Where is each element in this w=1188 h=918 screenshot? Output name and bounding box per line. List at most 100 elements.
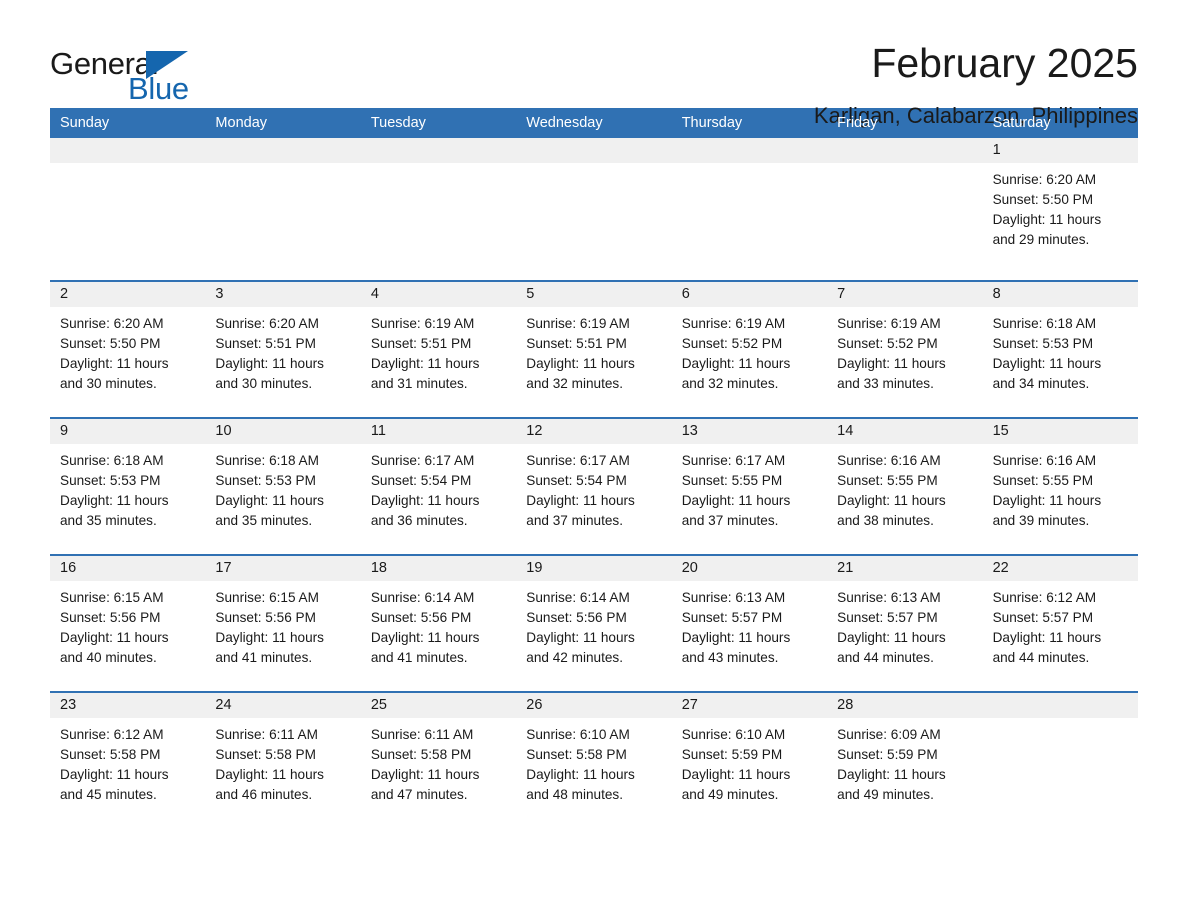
day-number-13[interactable]: 13 <box>672 419 827 444</box>
calendar-table: Sunday Monday Tuesday Wednesday Thursday Frid… <box>50 108 1138 830</box>
day-cell-19[interactable]: Sunrise: 6:14 AM Sunset: 5:56 PM Daylight:… <box>516 581 671 691</box>
day-detail-line: Sunrise: 6:17 AM <box>370 453 475 468</box>
day-detail-line: Daylight: 11 hours <box>370 767 480 782</box>
day-detail-line: Sunset: 5:53 PM <box>992 336 1094 351</box>
day-number-3[interactable]: 3 <box>205 282 360 307</box>
day-cell-17[interactable]: Sunrise: 6:15 AM Sunset: 5:56 PM Daylight:… <box>205 581 360 691</box>
day-cell-2[interactable]: Sunrise: 6:20 AM Sunset: 5:50 PM Daylight:… <box>50 307 205 417</box>
day-number-10[interactable]: 10 <box>205 419 360 444</box>
day-cell-11[interactable]: Sunrise: 6:17 AM Sunset: 5:54 PM Daylight:… <box>361 444 516 554</box>
day-cell-28[interactable]: Sunrise: 6:09 AM Sunset: 5:59 PM Daylight:… <box>827 718 982 830</box>
day-number-1[interactable]: 1 <box>983 138 1138 163</box>
week-daynumber-band: 1 <box>50 138 1138 163</box>
day-cell-empty <box>205 163 360 280</box>
day-detail-line: Sunrise: 6:18 AM <box>60 453 164 468</box>
day-number-2[interactable]: 2 <box>50 282 205 307</box>
day-number-17[interactable]: 17 <box>205 556 360 581</box>
day-detail-line: and 49 minutes. <box>681 787 779 802</box>
day-cell-21[interactable]: Sunrise: 6:13 AM Sunset: 5:57 PM Daylight:… <box>827 581 982 691</box>
day-cell-22[interactable]: Sunrise: 6:12 AM Sunset: 5:57 PM Daylight:… <box>983 581 1138 691</box>
weekday-header-friday: Friday <box>837 115 878 131</box>
day-number-25[interactable]: 25 <box>361 693 516 718</box>
generalblue-logo[interactable]: General Blue <box>50 40 200 104</box>
day-number-11[interactable]: 11 <box>361 419 516 444</box>
day-detail-line: Sunset: 5:58 PM <box>60 747 161 762</box>
day-cell-empty <box>672 163 827 280</box>
day-cell-10[interactable]: Sunrise: 6:18 AM Sunset: 5:53 PM Daylight:… <box>205 444 360 554</box>
day-detail-line: Sunset: 5:51 PM <box>370 336 472 351</box>
week-daynumber-band: 9 10 11 12 13 14 15 <box>50 419 1138 444</box>
day-cell-7[interactable]: Sunrise: 6:19 AM Sunset: 5:52 PM Daylight:… <box>827 307 982 417</box>
day-detail-line: Sunset: 5:51 PM <box>526 336 627 351</box>
day-number-28[interactable]: 28 <box>827 693 982 718</box>
day-detail-line: and 32 minutes. <box>526 376 624 391</box>
day-number-21[interactable]: 21 <box>827 556 982 581</box>
day-cell-1[interactable]: Sunrise: 6:20 AM Sunset: 5:50 PM Daylight:… <box>983 163 1138 280</box>
day-detail-line: and 30 minutes. <box>60 376 157 391</box>
day-number-7[interactable]: 7 <box>827 282 982 307</box>
weekday-header-tuesday: Tuesday <box>370 115 426 131</box>
day-number-24[interactable]: 24 <box>205 693 360 718</box>
calendar-week-row: 16 17 18 19 20 21 22 Sunrise: 6:15 AM Sunset: 5:… <box>50 554 1138 691</box>
day-detail-line: and 48 minutes. <box>526 787 624 802</box>
day-detail-line: Daylight: 11 hours <box>992 493 1102 508</box>
week-daynumber-band: 2345678 <box>50 282 1138 307</box>
day-number-12[interactable]: 12 <box>516 419 671 444</box>
week-daydetail-band: Sunrise: 6:12 AM Sunset: 5:58 PM Daylight:… <box>50 718 1138 830</box>
day-cell-13[interactable]: Sunrise: 6:17 AM Sunset: 5:55 PM Daylight:… <box>672 444 827 554</box>
day-number-26[interactable]: 26 <box>516 693 671 718</box>
day-detail-line: and 42 minutes. <box>526 650 624 665</box>
day-cell-12[interactable]: Sunrise: 6:17 AM Sunset: 5:54 PM Daylight:… <box>516 444 671 554</box>
day-number-4[interactable]: 4 <box>361 282 516 307</box>
day-detail-line: Sunset: 5:59 PM <box>681 747 783 762</box>
calendar-week-row: 23 24 25 26 27 28 Sunrise: 6:12 AM Sunset: 5:58… <box>50 691 1138 830</box>
calendar-page: General Blue February 2025 Karligan, Cal… <box>0 0 1188 918</box>
day-cell-15[interactable]: Sunrise: 6:16 AM Sunset: 5:55 PM Daylight:… <box>983 444 1138 554</box>
week-daydetail-band: Sunrise: 6:20 AM Sunset: 5:50 PM Daylight:… <box>50 307 1138 417</box>
day-cell-3[interactable]: Sunrise: 6:20 AM Sunset: 5:51 PM Daylight:… <box>205 307 360 417</box>
day-detail-line: and 38 minutes. <box>837 513 934 528</box>
day-number-6[interactable]: 6 <box>672 282 827 307</box>
day-number-15[interactable]: 15 <box>983 419 1138 444</box>
day-detail-line: Daylight: 11 hours <box>992 356 1102 371</box>
day-number-16[interactable]: 16 <box>50 556 205 581</box>
day-number-14[interactable]: 14 <box>827 419 982 444</box>
day-cell-20[interactable]: Sunrise: 6:13 AM Sunset: 5:57 PM Daylight:… <box>672 581 827 691</box>
day-number-19[interactable]: 19 <box>516 556 671 581</box>
day-cell-25[interactable]: Sunrise: 6:11 AM Sunset: 5:58 PM Daylight:… <box>361 718 516 830</box>
day-detail-line: and 32 minutes. <box>681 376 779 391</box>
day-detail-line: and 43 minutes. <box>681 650 779 665</box>
day-number-5[interactable]: 5 <box>516 282 671 307</box>
day-number-27[interactable]: 27 <box>672 693 827 718</box>
day-cell-9[interactable]: Sunrise: 6:18 AM Sunset: 5:53 PM Daylight:… <box>50 444 205 554</box>
day-detail-line: Daylight: 11 hours <box>837 356 946 371</box>
day-detail-line: Daylight: 11 hours <box>215 493 324 508</box>
day-detail-line: Sunrise: 6:20 AM <box>992 172 1097 187</box>
day-cell-6[interactable]: Sunrise: 6:19 AM Sunset: 5:52 PM Daylight:… <box>672 307 827 417</box>
day-cell-24[interactable]: Sunrise: 6:11 AM Sunset: 5:58 PM Daylight:… <box>205 718 360 830</box>
day-detail-line: Sunset: 5:52 PM <box>837 336 938 351</box>
day-number-18[interactable]: 18 <box>361 556 516 581</box>
day-cell-23[interactable]: Sunrise: 6:12 AM Sunset: 5:58 PM Daylight:… <box>50 718 205 830</box>
day-number-empty <box>361 138 516 163</box>
day-number-20[interactable]: 20 <box>672 556 827 581</box>
day-cell-18[interactable]: Sunrise: 6:14 AM Sunset: 5:56 PM Daylight:… <box>361 581 516 691</box>
day-cell-5[interactable]: Sunrise: 6:19 AM Sunset: 5:51 PM Daylight:… <box>516 307 671 417</box>
day-detail-line: and 41 minutes. <box>215 650 313 665</box>
day-detail-line: Daylight: 11 hours <box>370 630 480 645</box>
day-cell-empty <box>50 163 205 280</box>
day-cell-14[interactable]: Sunrise: 6:16 AM Sunset: 5:55 PM Daylight:… <box>827 444 982 554</box>
day-number-23[interactable]: 23 <box>50 693 205 718</box>
day-cell-26[interactable]: Sunrise: 6:10 AM Sunset: 5:58 PM Daylight:… <box>516 718 671 830</box>
day-cell-16[interactable]: Sunrise: 6:15 AM Sunset: 5:56 PM Daylight:… <box>50 581 205 691</box>
day-cell-8[interactable]: Sunrise: 6:18 AM Sunset: 5:53 PM Daylight:… <box>983 307 1138 417</box>
day-cell-27[interactable]: Sunrise: 6:10 AM Sunset: 5:59 PM Daylight:… <box>672 718 827 830</box>
day-detail-line: Sunrise: 6:10 AM <box>681 727 786 742</box>
day-detail-line: Sunset: 5:54 PM <box>370 473 472 488</box>
day-number-9[interactable]: 9 <box>50 419 205 444</box>
day-detail-line: Sunrise: 6:19 AM <box>370 316 475 331</box>
day-number-22[interactable]: 22 <box>983 556 1138 581</box>
day-cell-4[interactable]: Sunrise: 6:19 AM Sunset: 5:51 PM Daylight:… <box>361 307 516 417</box>
day-detail-line: Sunrise: 6:12 AM <box>992 590 1097 605</box>
day-number-8[interactable]: 8 <box>983 282 1138 307</box>
